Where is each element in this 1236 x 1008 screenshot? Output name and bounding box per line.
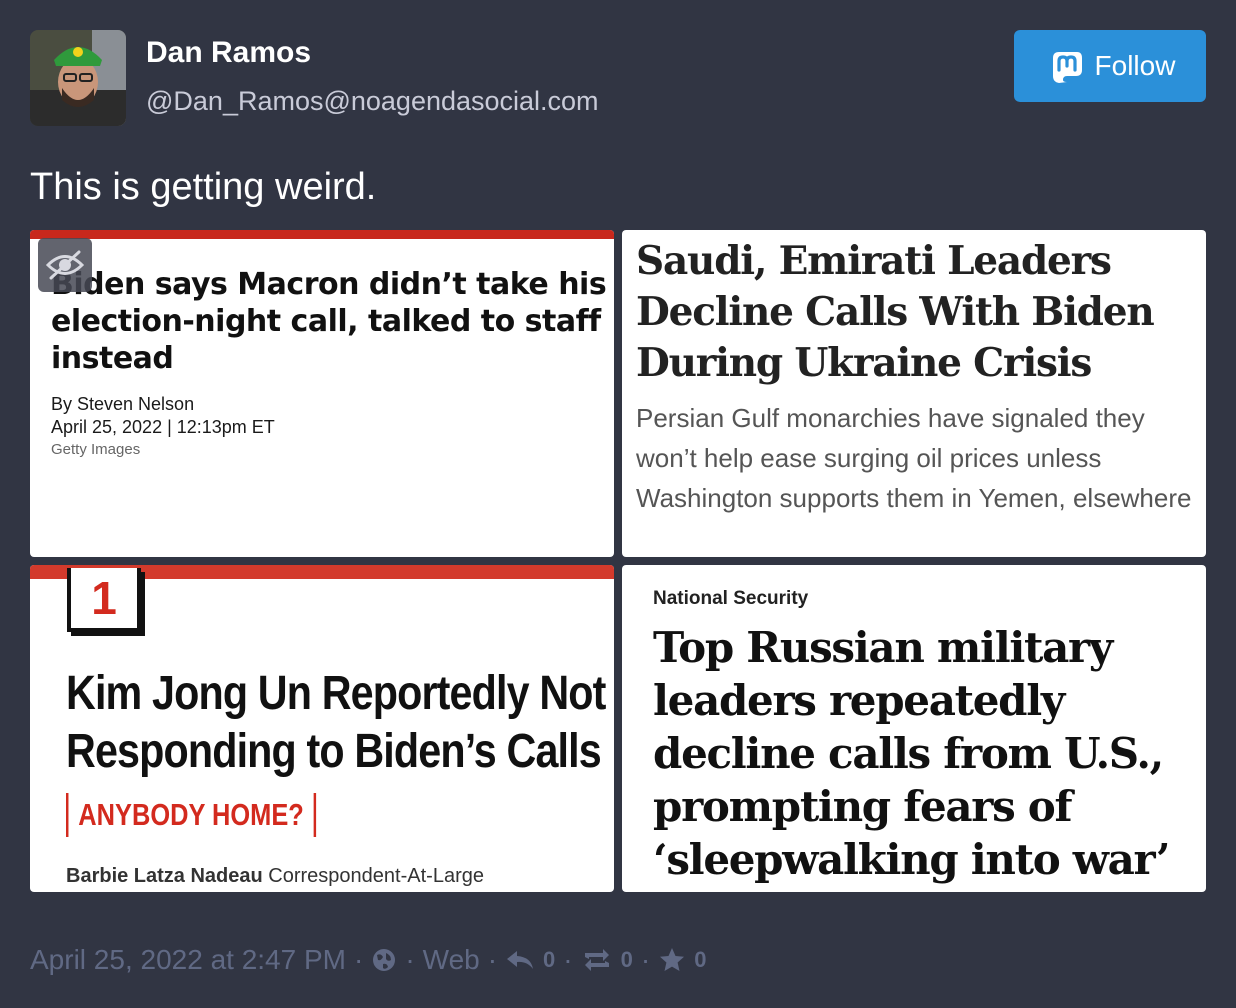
separator: ·	[353, 944, 364, 975]
separator: ·	[563, 944, 573, 975]
star-icon[interactable]	[658, 946, 686, 974]
rank-badge: 1	[67, 568, 141, 632]
follow-button[interactable]: Follow	[1014, 30, 1206, 102]
media-attachment-1[interactable]: Biden says Macron didn’t take his electi…	[30, 230, 614, 557]
article-author: Barbie Latza Nadeau Correspondent-At-Lar…	[66, 865, 484, 888]
photo-credit: Getty Images	[51, 441, 141, 458]
article-dateline: April 25, 2022 | 12:13pm ET	[51, 417, 275, 437]
media-attachment-2[interactable]: Saudi, Emirati Leaders Decline Calls Wit…	[622, 230, 1206, 557]
article-headline: Saudi, Emirati Leaders Decline Calls Wit…	[636, 238, 1155, 386]
separator: ·	[405, 944, 415, 975]
separator: ·	[487, 944, 498, 975]
reply-count: 0	[543, 947, 556, 972]
application-name: Web	[422, 944, 480, 975]
article-headline: Biden says Macron didn’t take his electi…	[51, 267, 607, 376]
eye-slash-icon	[45, 250, 85, 280]
globe-icon	[371, 947, 397, 973]
author-name: Barbie Latza Nadeau	[66, 865, 263, 887]
media-attachment-3[interactable]: 1 Kim Jong Un Reportedly Not Responding …	[30, 565, 614, 892]
reblog-icon[interactable]	[581, 947, 613, 973]
separator: ·	[640, 944, 651, 975]
headline-line: Kim Jong Un Reportedly Not	[66, 667, 606, 720]
article-section: National Security	[653, 588, 809, 609]
account-handle[interactable]: @Dan_Ramos@noagendasocial.com	[146, 86, 599, 117]
article-byline: By Steven Nelson	[51, 394, 195, 414]
status-text: This is getting weird.	[30, 166, 377, 208]
display-name[interactable]: Dan Ramos	[146, 36, 311, 70]
follow-label: Follow	[1094, 50, 1176, 81]
red-accent-bar	[30, 230, 614, 239]
status-footer: April 25, 2022 at 2:47 PM · · Web · 0 · …	[30, 940, 706, 980]
article-headline: Kim Jong Un Reportedly Not Responding to…	[66, 665, 606, 781]
article-headline: Top Russian military leaders repeatedly …	[653, 623, 1171, 884]
author-title: Correspondent-At-Large	[268, 865, 484, 887]
status-timestamp[interactable]: April 25, 2022 at 2:47 PM	[30, 944, 346, 976]
article-dek: Persian Gulf monarchies have signaled th…	[636, 403, 1192, 513]
media-attachment-4[interactable]: National Security Top Russian military l…	[622, 565, 1206, 892]
avatar[interactable]	[30, 30, 126, 126]
article-kicker: ANYBODY HOME?	[66, 793, 317, 837]
avatar-image	[30, 30, 126, 126]
reblog-count: 0	[620, 947, 633, 972]
mastodon-logo-icon	[1045, 46, 1085, 86]
favourite-count: 0	[694, 947, 707, 972]
hide-media-button[interactable]	[38, 238, 92, 292]
reply-icon[interactable]	[505, 947, 535, 973]
headline-line: Responding to Biden’s Calls	[66, 725, 602, 778]
